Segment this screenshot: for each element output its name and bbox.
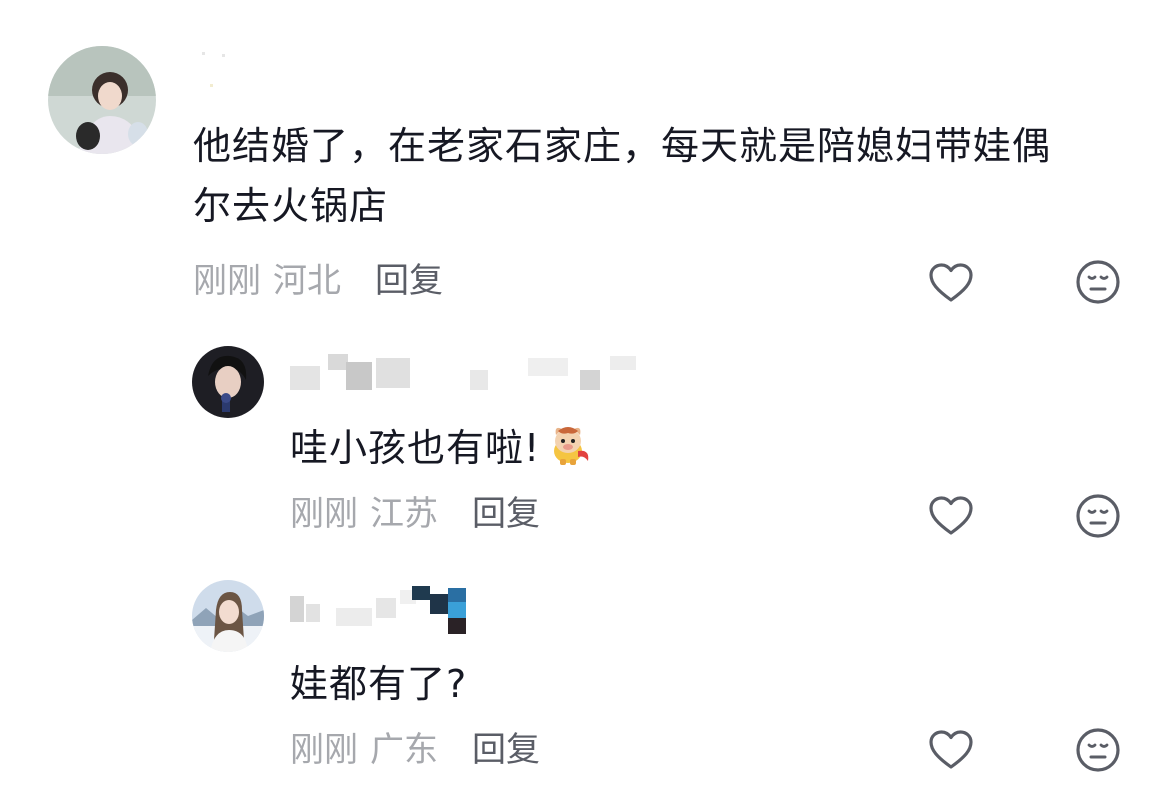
comment-meta: 刚刚 广东 回复 — [290, 728, 540, 772]
comment-location: 江苏 — [370, 494, 438, 534]
avatar[interactable] — [192, 580, 264, 652]
comment-text-line: 他结婚了，在老家石家庄，每天就是陪媳妇带娃偶 — [193, 124, 1052, 168]
comment-text: 哇小孩也有啦! — [290, 418, 592, 478]
comment-text: 娃都有了? — [290, 654, 467, 714]
heart-outline-icon[interactable] — [927, 726, 975, 774]
comment-text-line: 哇小孩也有啦! — [290, 426, 541, 470]
reply-button[interactable]: 回复 — [472, 494, 540, 534]
comment-location: 河北 — [273, 261, 341, 301]
heart-outline-icon[interactable] — [927, 492, 975, 540]
comment-meta: 刚刚 江苏 回复 — [290, 492, 540, 536]
comment-text-line: 尔去火锅店 — [193, 184, 389, 228]
avatar[interactable] — [192, 346, 264, 418]
username-blurred[interactable] — [290, 584, 480, 634]
comment-meta: 刚刚 河北 回复 — [193, 259, 443, 303]
comment-item: 他结婚了，在老家石家庄，每天就是陪媳妇带娃偶 尔去火锅店 刚刚 河北 回复 — [0, 0, 1170, 320]
heart-outline-icon[interactable] — [927, 259, 975, 307]
comment-text: 他结婚了，在老家石家庄，每天就是陪媳妇带娃偶 尔去火锅店 — [193, 116, 1133, 236]
username-blurred[interactable] — [196, 46, 256, 87]
username-blurred[interactable] — [290, 354, 640, 394]
meh-face-icon[interactable] — [1074, 726, 1122, 774]
reply-item: 娃都有了? 刚刚 广东 回复 — [0, 566, 1170, 804]
comment-location: 广东 — [370, 730, 438, 770]
reply-item: 哇小孩也有啦! 刚刚 江苏 回复 — [0, 330, 1170, 560]
reply-button[interactable]: 回复 — [472, 730, 540, 770]
comment-time: 刚刚 — [193, 261, 261, 301]
reply-button[interactable]: 回复 — [375, 261, 443, 301]
horse-sticker-icon — [544, 421, 592, 469]
comment-text-line: 娃都有了? — [290, 662, 468, 706]
meh-face-icon[interactable] — [1074, 258, 1122, 306]
comment-time: 刚刚 — [290, 730, 358, 770]
avatar[interactable] — [48, 46, 156, 154]
comment-time: 刚刚 — [290, 494, 358, 534]
meh-face-icon[interactable] — [1074, 492, 1122, 540]
